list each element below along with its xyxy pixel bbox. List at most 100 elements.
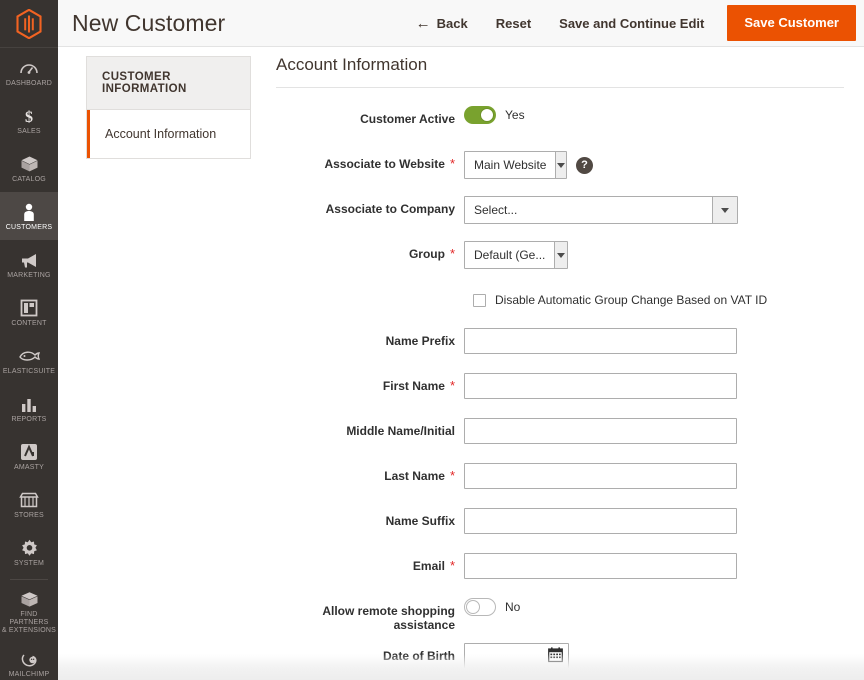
field-control: Yes: [464, 105, 846, 124]
disable-vat-checkbox[interactable]: [473, 293, 486, 307]
email-input[interactable]: [464, 553, 737, 579]
sidebar-item-elasticsuite[interactable]: ELASTICSUITE: [0, 336, 58, 384]
sidebar-item-label: DASHBOARD: [5, 80, 53, 87]
middle-name-input[interactable]: [464, 418, 737, 444]
sidebar-item-label: REPORTS: [11, 416, 47, 423]
calendar-icon[interactable]: [548, 647, 563, 663]
field-label-text: Name Prefix: [385, 334, 455, 348]
remote-assistance-toggle[interactable]: [464, 598, 496, 616]
section-title: Account Information: [276, 55, 428, 74]
field-label-text: Customer Active: [360, 112, 455, 126]
save-customer-button[interactable]: Save Customer: [727, 5, 856, 41]
sidebar-item-find-partners[interactable]: FIND PARTNERS & EXTENSIONS: [0, 583, 58, 639]
amasty-icon: [20, 442, 38, 462]
sidebar-item-content[interactable]: CONTENT: [0, 288, 58, 336]
arrow-left-icon: ←: [415, 14, 431, 32]
field-label-text: Group: [408, 247, 445, 261]
bar-chart-icon: [20, 394, 38, 414]
reset-button[interactable]: Reset: [482, 16, 545, 31]
field-label: Email *: [276, 552, 464, 573]
save-and-continue-edit-button[interactable]: Save and Continue Edit: [545, 16, 718, 31]
field-associate-to-company: Associate to Company Select...: [276, 195, 846, 240]
field-control: Main Website ?: [464, 150, 846, 179]
field-label-text: Middle Name/Initial: [346, 424, 455, 438]
tab-account-information[interactable]: Account Information: [86, 110, 251, 159]
field-control: [464, 417, 846, 444]
sidebar-divider: [10, 579, 48, 580]
associate-to-website-select[interactable]: Main Website: [464, 151, 567, 179]
tab-label: Account Information: [105, 127, 217, 141]
field-label: Customer Active: [276, 105, 464, 126]
name-prefix-input[interactable]: [464, 328, 737, 354]
last-name-input[interactable]: [464, 463, 737, 489]
chevron-down-icon: [554, 242, 567, 268]
field-control: [464, 642, 846, 669]
toggle-knob: [480, 108, 494, 122]
sidebar-item-dashboard[interactable]: DASHBOARD: [0, 48, 58, 96]
sidebar-item-system[interactable]: SYSTEM: [0, 528, 58, 576]
field-last-name: Last Name *: [276, 462, 846, 507]
field-label-text: First Name: [382, 379, 445, 393]
tabs-heading: CUSTOMER INFORMATION: [86, 56, 251, 110]
customer-active-state: Yes: [505, 108, 525, 122]
gear-icon: [20, 538, 39, 558]
required-asterisk: *: [449, 468, 455, 483]
field-customer-active: Customer Active Yes: [276, 105, 846, 150]
field-label-text: Associate to Company: [325, 202, 455, 216]
mailchimp-icon: [20, 649, 39, 669]
field-disable-automatic-group-change: Disable Automatic Group Change Based on …: [464, 287, 846, 313]
name-suffix-input[interactable]: [464, 508, 737, 534]
group-select[interactable]: Default (Ge...: [464, 241, 568, 269]
section-divider: [276, 87, 844, 88]
sidebar-item-customers[interactable]: CUSTOMERS: [0, 192, 58, 240]
field-label: Middle Name/Initial: [276, 417, 464, 438]
page-title: New Customer: [72, 9, 226, 36]
required-asterisk: *: [449, 246, 455, 261]
customer-active-toggle[interactable]: [464, 106, 496, 124]
magento-logo[interactable]: [0, 0, 58, 48]
field-control: [464, 462, 846, 489]
field-control: [464, 507, 846, 534]
field-label: Associate to Company: [276, 195, 464, 216]
field-label: Allow remote shopping assistance: [276, 597, 464, 632]
associate-to-company-select[interactable]: Select...: [464, 196, 738, 224]
field-label: Last Name *: [276, 462, 464, 483]
field-name-prefix: Name Prefix: [276, 327, 846, 372]
sidebar-item-label: SALES: [17, 128, 41, 135]
sidebar-item-label: CATALOG: [12, 176, 46, 183]
field-label-text: Date of Birth: [383, 649, 455, 663]
sidebar-item-amasty[interactable]: AMASTY: [0, 432, 58, 480]
sidebar-item-mailchimp[interactable]: MAILCHIMP: [0, 639, 58, 680]
first-name-input[interactable]: [464, 373, 737, 399]
sidebar-item-stores[interactable]: STORES: [0, 480, 58, 528]
select-value: Default (Ge...: [474, 248, 546, 262]
field-label: Name Prefix: [276, 327, 464, 348]
field-label: Name Suffix: [276, 507, 464, 528]
field-middle-name: Middle Name/Initial: [276, 417, 846, 462]
content-area: CUSTOMER INFORMATION Account Information…: [58, 47, 864, 680]
field-label-text: Email: [412, 559, 445, 573]
sidebar-item-label: AMASTY: [14, 464, 44, 471]
sidebar-item-marketing[interactable]: MARKETING: [0, 240, 58, 288]
sidebar-item-catalog[interactable]: CATALOG: [0, 144, 58, 192]
box-icon: [20, 154, 39, 174]
sidebar-item-label: STORES: [14, 512, 44, 519]
field-label-text: Name Suffix: [385, 514, 455, 528]
sidebar-item-label: MARKETING: [7, 272, 51, 279]
field-label: Associate to Website *: [276, 150, 464, 171]
date-of-birth-wrapper: [464, 643, 569, 669]
dollar-icon: $: [22, 106, 36, 126]
toggle-knob: [466, 600, 480, 614]
sidebar-item-label: FIND PARTNERS & EXTENSIONS: [1, 611, 57, 634]
back-button[interactable]: ← Back: [402, 16, 482, 31]
page-header: New Customer ← Back Reset Save and Conti…: [58, 0, 864, 47]
field-allow-remote-shopping-assistance: Allow remote shopping assistance No: [276, 597, 846, 642]
svg-text:$: $: [25, 109, 33, 125]
sidebar-item-reports[interactable]: REPORTS: [0, 384, 58, 432]
sidebar-item-sales[interactable]: $ SALES: [0, 96, 58, 144]
select-value: Main Website: [474, 158, 547, 172]
field-associate-to-website: Associate to Website * Main Website ?: [276, 150, 846, 195]
field-label-text: Last Name: [384, 469, 445, 483]
help-icon[interactable]: ?: [576, 156, 593, 174]
fish-icon: [18, 346, 40, 366]
